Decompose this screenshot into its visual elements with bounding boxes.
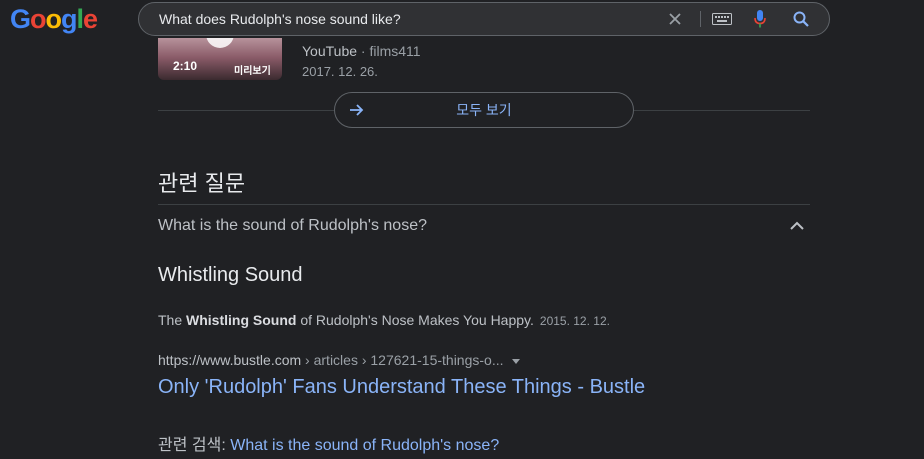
answer-heading: Whistling Sound	[158, 264, 303, 286]
video-duration: 2:10	[173, 59, 198, 73]
keyboard-icon[interactable]	[708, 3, 736, 35]
video-source-name: YouTube	[302, 43, 358, 59]
mic-icon[interactable]	[746, 3, 774, 35]
clear-icon[interactable]	[661, 3, 689, 35]
google-logo[interactable]: Google	[10, 4, 98, 35]
search-box	[138, 2, 830, 36]
top-bar: Google	[0, 0, 924, 38]
video-date: 2017. 12. 26.	[302, 64, 378, 79]
snippet-text: The	[158, 312, 187, 328]
see-all-label: 모두 보기	[456, 102, 512, 118]
snippet-bold: Whistling Sound	[186, 312, 297, 328]
divider	[158, 204, 810, 205]
divider	[158, 110, 334, 111]
snippet-date: 2015. 12. 12.	[539, 314, 610, 328]
related-search-link[interactable]: What is the sound of Rudolph's nose?	[230, 437, 499, 454]
caret-down-icon[interactable]	[511, 358, 520, 364]
result-cite: https://www.bustle.com › articles › 1276…	[158, 352, 520, 368]
search-input[interactable]	[159, 3, 639, 35]
logo-letter: o	[45, 4, 62, 34]
related-questions-title: 관련 질문	[158, 171, 246, 196]
snippet-text: of Rudolph's Nose Makes You Happy.	[296, 312, 534, 328]
logo-letter: o	[30, 4, 46, 34]
answer-snippet: The Whistling Sound of Rudolph's Nose Ma…	[158, 312, 610, 328]
logo-letter: g	[61, 4, 77, 34]
search-divider	[700, 11, 701, 27]
see-all-button[interactable]: 모두 보기	[334, 92, 634, 128]
cite-path: › articles › 127621-15-things-o...	[301, 352, 504, 368]
chevron-up-icon[interactable]	[789, 220, 805, 232]
video-channel: films411	[369, 43, 421, 59]
search-icon[interactable]	[787, 3, 815, 35]
logo-letter: G	[10, 4, 31, 34]
question-item[interactable]: What is the sound of Rudolph's nose?	[158, 217, 427, 235]
cite-domain: https://www.bustle.com	[158, 352, 302, 368]
logo-letter: e	[83, 4, 98, 34]
related-search: 관련 검색: What is the sound of Rudolph's no…	[158, 431, 499, 455]
divider	[632, 110, 810, 111]
video-source: YouTube · films411	[302, 43, 421, 59]
result-title-link[interactable]: Only 'Rudolph' Fans Understand These Thi…	[158, 376, 645, 399]
related-search-label: 관련 검색:	[158, 437, 231, 454]
preview-label: 미리보기	[234, 66, 271, 77]
meta-separator: ·	[360, 43, 366, 59]
